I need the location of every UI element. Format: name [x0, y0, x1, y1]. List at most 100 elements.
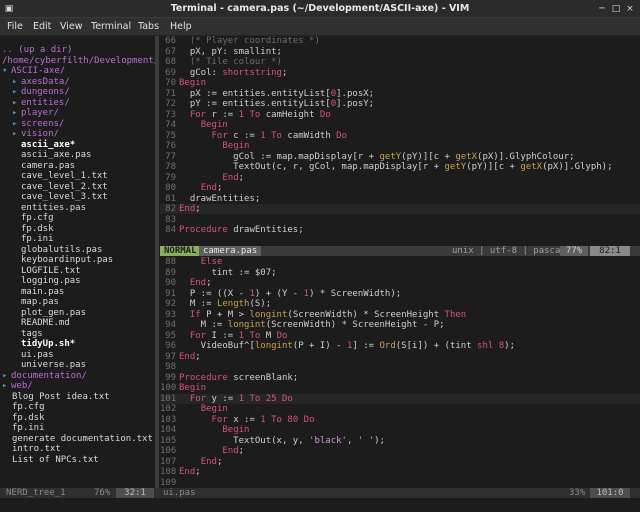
- tree-file[interactable]: fp.dsk: [12, 413, 45, 423]
- code-line[interactable]: gCol: shortstring;: [179, 68, 288, 78]
- tree-directory[interactable]: web/: [11, 381, 33, 391]
- code-line[interactable]: Begin: [179, 120, 228, 130]
- tree-root-path[interactable]: /home/cyberfilth/Development/: [2, 56, 155, 66]
- code-line[interactable]: End;: [179, 352, 201, 362]
- menu-edit[interactable]: Edit: [33, 21, 51, 32]
- tree-file[interactable]: universe.pas: [21, 360, 86, 370]
- vertical-split[interactable]: [155, 36, 159, 496]
- code-line[interactable]: drawEntities;: [179, 194, 260, 204]
- code-line[interactable]: For I := 1 To M Do: [179, 331, 288, 341]
- code-line[interactable]: (* Tile colour *): [179, 57, 282, 67]
- folder-closed-icon[interactable]: ▸: [12, 108, 17, 118]
- code-line[interactable]: End;: [179, 457, 223, 467]
- code-line[interactable]: gCol := map.mapDisplay[r + getY(pY)][c +…: [179, 152, 574, 162]
- code-line[interactable]: TextOut(c, r, gCol, map.mapDisplay[r + g…: [179, 162, 612, 172]
- folder-closed-icon[interactable]: ▸: [12, 129, 17, 139]
- code-line[interactable]: tint := $07;: [179, 268, 277, 278]
- code-line[interactable]: Begin: [179, 78, 206, 88]
- tree-file[interactable]: entities.pas: [21, 203, 86, 213]
- code-line[interactable]: Else: [179, 257, 223, 267]
- tree-directory[interactable]: ASCII-axe/: [11, 66, 65, 76]
- tree-file[interactable]: tags: [21, 329, 43, 339]
- code-line[interactable]: If P + M > longint(ScreenWidth) * Screen…: [179, 310, 466, 320]
- code-line[interactable]: pX := entities.entityList[0].posX;: [179, 89, 374, 99]
- menu-file[interactable]: File: [7, 21, 23, 32]
- code-line[interactable]: End;: [179, 173, 244, 183]
- folder-open-icon[interactable]: ▾: [2, 66, 7, 76]
- code-line[interactable]: VideoBuf^[longint(P + I) - 1] := Ord(S[i…: [179, 341, 515, 351]
- folder-closed-icon[interactable]: ▸: [2, 371, 7, 381]
- tree-updir[interactable]: .. (up a dir): [2, 45, 72, 55]
- tree-file[interactable]: keyboardinput.pas: [21, 255, 113, 265]
- tree-file[interactable]: plot_gen.pas: [21, 308, 86, 318]
- tree-file[interactable]: ui.pas: [21, 350, 54, 360]
- tree-file[interactable]: map.pas: [21, 297, 59, 307]
- code-line[interactable]: M := Length(S);: [179, 299, 271, 309]
- folder-closed-icon[interactable]: ▸: [12, 87, 17, 97]
- code-line[interactable]: M := longint(ScreenWidth) * ScreenHeight…: [179, 320, 445, 330]
- terminal-area[interactable]: .. (up a dir)/home/cyberfilth/Developmen…: [0, 36, 640, 512]
- tree-file[interactable]: cave_level_2.txt: [21, 182, 108, 192]
- nerdtree-pane[interactable]: .. (up a dir)/home/cyberfilth/Developmen…: [0, 36, 155, 486]
- menu-help[interactable]: Help: [170, 21, 192, 32]
- code-line[interactable]: Begin: [179, 425, 249, 435]
- tree-directory[interactable]: vision/: [21, 129, 59, 139]
- tree-file[interactable]: intro.txt: [12, 444, 61, 454]
- tree-file[interactable]: main.pas: [21, 287, 64, 297]
- code-line[interactable]: For r := 1 To camHeight Do: [179, 110, 331, 120]
- tree-directory[interactable]: dungeons/: [21, 87, 70, 97]
- code-line[interactable]: Begin: [179, 141, 249, 151]
- tree-file[interactable]: cave_level_1.txt: [21, 171, 108, 181]
- code-line[interactable]: pX, pY: smallint;: [179, 47, 282, 57]
- code-line[interactable]: End;: [179, 278, 212, 288]
- tree-file[interactable]: camera.pas: [21, 161, 75, 171]
- tree-directory[interactable]: axesData/: [21, 77, 70, 87]
- tree-file[interactable]: fp.ini: [12, 423, 45, 433]
- code-line[interactable]: End;: [179, 204, 201, 214]
- code-line[interactable]: P := ((X - 1) + (Y - 1) * ScreenWidth);: [179, 289, 401, 299]
- tree-file[interactable]: tidyUp.sh*: [21, 339, 75, 349]
- code-line[interactable]: Begin: [179, 383, 206, 393]
- tree-file[interactable]: Blog Post idea.txt: [12, 392, 110, 402]
- code-line[interactable]: Procedure screenBlank;: [179, 373, 298, 383]
- tree-directory[interactable]: player/: [21, 108, 59, 118]
- tree-directory[interactable]: screens/: [21, 119, 64, 129]
- folder-closed-icon[interactable]: ▸: [12, 98, 17, 108]
- code-line[interactable]: End;: [179, 446, 244, 456]
- code-line[interactable]: Begin: [179, 404, 228, 414]
- code-line[interactable]: Procedure drawEntities;: [179, 225, 304, 235]
- code-line[interactable]: For c := 1 To camWidth Do: [179, 131, 348, 141]
- menu-view[interactable]: View: [60, 21, 83, 32]
- menu-tabs[interactable]: Tabs: [138, 21, 159, 32]
- tree-file[interactable]: README.md: [21, 318, 70, 328]
- tree-file[interactable]: List of NPCs.txt: [12, 455, 99, 465]
- tree-file[interactable]: logging.pas: [21, 276, 81, 286]
- maximize-icon[interactable]: □: [610, 3, 622, 15]
- tree-file[interactable]: cave_level_3.txt: [21, 192, 108, 202]
- editor-pane-top[interactable]: 66 (* Player coordinates *) 67 pX, pY: sm…: [160, 36, 640, 246]
- tree-directory[interactable]: documentation/: [11, 371, 87, 381]
- tree-file[interactable]: LOGFILE.txt: [21, 266, 81, 276]
- code-line[interactable]: For x := 1 To 80 Do: [179, 415, 315, 425]
- folder-closed-icon[interactable]: ▸: [2, 381, 7, 391]
- menu-terminal[interactable]: Terminal: [91, 21, 131, 32]
- code-line[interactable]: pY := entities.entityList[0].posY;: [179, 99, 374, 109]
- close-icon[interactable]: ×: [624, 3, 636, 15]
- code-line[interactable]: (* Player coordinates *): [179, 36, 320, 46]
- folder-closed-icon[interactable]: ▸: [12, 77, 17, 87]
- code-line[interactable]: TextOut(x, y, 'black', ' ');: [179, 436, 385, 446]
- code-line[interactable]: End;: [179, 183, 223, 193]
- tree-file[interactable]: globalutils.pas: [21, 245, 102, 255]
- code-line[interactable]: End;: [179, 467, 201, 477]
- editor-pane-bottom[interactable]: 88 Else 89 tint := $07; 90 End; 91 P := ((X…: [160, 257, 640, 487]
- tree-directory[interactable]: entities/: [21, 98, 70, 108]
- folder-closed-icon[interactable]: ▸: [12, 119, 17, 129]
- minimize-icon[interactable]: ─: [596, 3, 608, 15]
- tree-file[interactable]: ascii_axe*: [21, 140, 75, 150]
- tree-file[interactable]: fp.cfg: [12, 402, 45, 412]
- code-line[interactable]: For y := 1 To 25 Do: [179, 394, 293, 404]
- tree-file[interactable]: fp.cfg: [21, 213, 54, 223]
- tree-file[interactable]: ascii_axe.pas: [21, 150, 91, 160]
- tree-file[interactable]: fp.ini: [21, 234, 54, 244]
- tree-file[interactable]: fp.dsk: [21, 224, 54, 234]
